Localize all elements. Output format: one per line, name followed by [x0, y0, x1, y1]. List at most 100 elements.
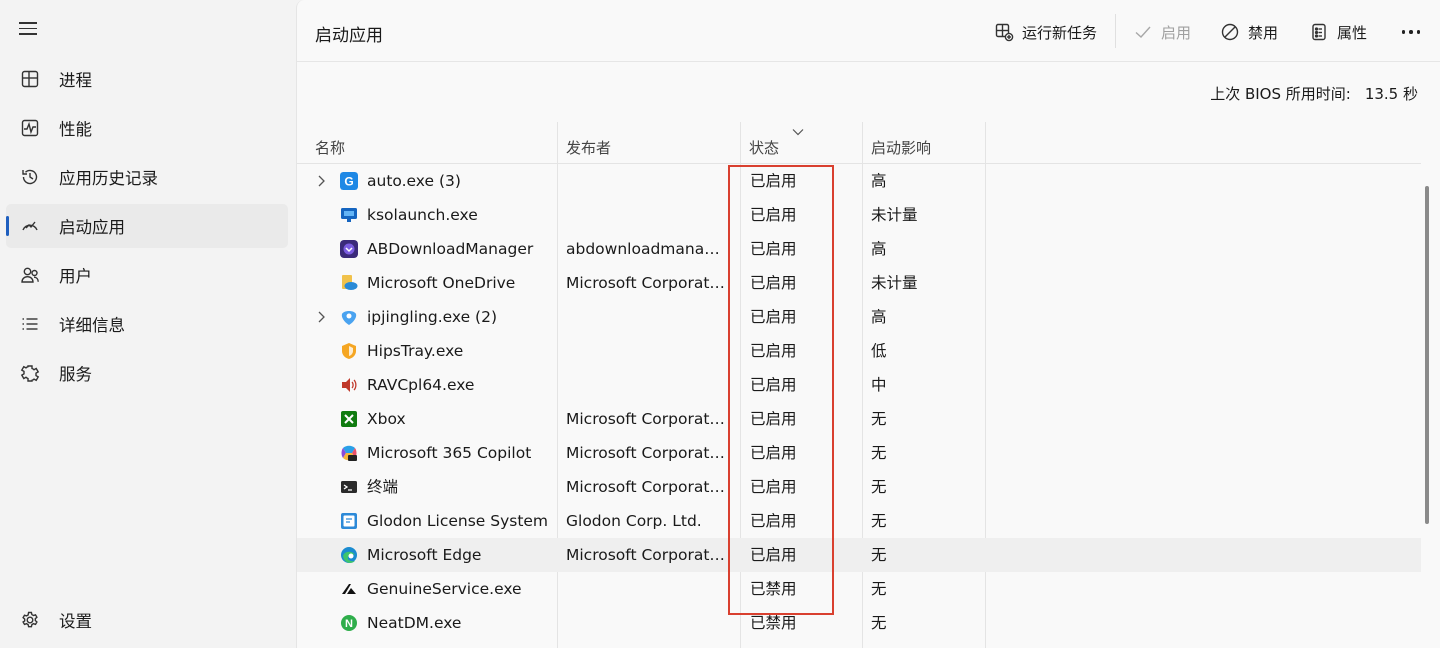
- onedrive-icon: [342, 275, 358, 290]
- row-impact: 无: [871, 580, 887, 598]
- enable-label: 启用: [1161, 23, 1192, 42]
- row-name: Microsoft Edge: [367, 546, 482, 564]
- table-row[interactable]: G auto.exe (3) 已启用 高: [297, 164, 1421, 198]
- row-name: 终端: [367, 478, 399, 496]
- bios-time: 上次 BIOS 所用时间: 13.5 秒: [1210, 83, 1418, 104]
- row-name: auto.exe (3): [367, 172, 461, 190]
- sidebar-item-services[interactable]: 服务: [6, 351, 288, 395]
- main-panel: 启动应用 运行新任务 启用 禁用 属性 上次 BIOS 所用时间: 13.5 秒 …: [296, 0, 1440, 648]
- row-impact: 未计量: [871, 274, 918, 292]
- table-row[interactable]: 终端 Microsoft Corporation 已启用 无: [297, 470, 1421, 504]
- row-impact: 低: [871, 342, 887, 360]
- row-name: ksolaunch.exe: [367, 206, 478, 224]
- row-impact: 中: [871, 376, 887, 394]
- row-publisher: [566, 198, 726, 232]
- users-icon: [21, 267, 39, 283]
- disable-button[interactable]: 禁用: [1220, 18, 1278, 46]
- copilot-icon: [341, 445, 357, 461]
- hamburger-icon[interactable]: [18, 18, 42, 42]
- row-name: Microsoft 365 Copilot: [367, 444, 532, 462]
- row-name: NeatDM.exe: [367, 614, 462, 632]
- disable-label: 禁用: [1248, 23, 1279, 42]
- run-new-task-button[interactable]: 运行新任务: [994, 18, 1097, 46]
- row-publisher: [566, 300, 726, 334]
- startup-table: 名称 发布者 状态 启动影响 G auto.exe (3) 已启用 高 ksol…: [297, 122, 1421, 648]
- row-publisher: [566, 334, 726, 368]
- vertical-scrollbar[interactable]: [1425, 186, 1429, 524]
- table-row[interactable]: ksolaunch.exe 已启用 未计量: [297, 198, 1421, 232]
- sidebar-item-settings[interactable]: 设置: [6, 598, 288, 642]
- row-publisher: Microsoft Corporation: [566, 546, 726, 564]
- sidebar: 进程 性能 应用历史记录 启动应用 用户 详细信息 服务 设置: [0, 0, 296, 648]
- sidebar-item-label: 应用历史记录: [59, 169, 158, 188]
- column-header-impact[interactable]: 启动影响: [863, 122, 983, 164]
- row-publisher: abdownloadmanager...: [566, 240, 726, 258]
- table-row[interactable]: Microsoft OneDrive Microsoft Corporation…: [297, 266, 1421, 300]
- table-row[interactable]: GenuineService.exe 已禁用 无: [297, 572, 1421, 606]
- new-task-icon: [995, 23, 1014, 42]
- row-impact: 未计量: [871, 206, 918, 224]
- chevron-down-icon: [792, 129, 804, 136]
- details-icon: [22, 318, 38, 330]
- disable-icon: [1221, 23, 1239, 41]
- table-row[interactable]: Microsoft Edge Microsoft Corporation 已启用…: [297, 538, 1421, 572]
- sidebar-item-users[interactable]: 用户: [6, 253, 288, 297]
- column-header-publisher[interactable]: 发布者: [558, 122, 740, 164]
- row-publisher: Microsoft Corporation: [566, 274, 726, 292]
- table-row[interactable]: RAVCpl64.exe 已启用 中: [297, 368, 1421, 402]
- row-impact: 高: [871, 240, 887, 258]
- services-icon: [20, 365, 40, 382]
- sidebar-item-label: 用户: [59, 267, 92, 286]
- hipstray-icon: [342, 343, 356, 359]
- xbox-icon: [341, 411, 357, 427]
- table-row[interactable]: Glodon License System Glodon Corp. Ltd. …: [297, 504, 1421, 538]
- table-row[interactable]: N NeatDM.exe 已禁用 无: [297, 606, 1421, 640]
- row-name: HipsTray.exe: [367, 342, 464, 360]
- status-highlight-box: [728, 165, 834, 615]
- sidebar-item-details[interactable]: 详细信息: [6, 302, 288, 346]
- enable-button[interactable]: 启用: [1133, 18, 1191, 46]
- sidebar-item-history[interactable]: 应用历史记录: [6, 155, 288, 199]
- header-bar: 启动应用 运行新任务 启用 禁用 属性: [297, 0, 1440, 62]
- chevron-right-icon[interactable]: [315, 310, 327, 324]
- sidebar-item-label: 启动应用: [59, 218, 125, 237]
- page-title: 启动应用: [315, 26, 383, 46]
- sidebar-item-performance[interactable]: 性能: [6, 106, 288, 150]
- table-row[interactable]: ABDownloadManager abdownloadmanager... 已…: [297, 232, 1421, 266]
- processes-icon: [21, 70, 39, 88]
- table-row[interactable]: ipjingling.exe (2) 已启用 高: [297, 300, 1421, 334]
- row-name: Microsoft OneDrive: [367, 274, 516, 292]
- row-publisher: [566, 606, 726, 640]
- glodon-icon: [341, 513, 357, 529]
- properties-label: 属性: [1337, 23, 1368, 42]
- row-name: ABDownloadManager: [367, 240, 534, 258]
- svg-text:G: G: [344, 175, 353, 189]
- row-publisher: Microsoft Corporation: [566, 444, 726, 462]
- table-row[interactable]: Microsoft 365 Copilot Microsoft Corporat…: [297, 436, 1421, 470]
- row-publisher: Glodon Corp. Ltd.: [566, 512, 702, 530]
- row-impact: 无: [871, 546, 887, 564]
- sidebar-item-startup[interactable]: 启动应用: [6, 204, 288, 248]
- row-impact: 无: [871, 478, 887, 496]
- sidebar-item-label: 详细信息: [59, 316, 125, 335]
- sidebar-item-label: 服务: [59, 365, 92, 384]
- row-impact: 高: [871, 172, 887, 190]
- row-publisher: [566, 572, 726, 606]
- neatdm-icon: N: [341, 615, 357, 631]
- sidebar-item-label: 进程: [59, 71, 92, 90]
- svg-text:N: N: [345, 618, 353, 630]
- properties-button[interactable]: 属性: [1309, 18, 1367, 46]
- history-icon: [22, 169, 38, 185]
- auto-icon: G: [340, 172, 358, 190]
- chevron-right-icon[interactable]: [315, 174, 327, 188]
- column-header-label: 状态: [749, 139, 780, 157]
- sidebar-item-processes[interactable]: 进程: [6, 57, 288, 101]
- row-name: Xbox: [367, 410, 406, 428]
- run-new-task-label: 运行新任务: [1022, 23, 1098, 42]
- row-name: ipjingling.exe (2): [367, 308, 498, 326]
- performance-icon: [21, 119, 39, 137]
- more-options-icon[interactable]: [1397, 18, 1425, 46]
- table-row[interactable]: Xbox Microsoft Corporation 已启用 无: [297, 402, 1421, 436]
- table-row[interactable]: HipsTray.exe 已启用 低: [297, 334, 1421, 368]
- column-header-name[interactable]: 名称: [307, 122, 557, 164]
